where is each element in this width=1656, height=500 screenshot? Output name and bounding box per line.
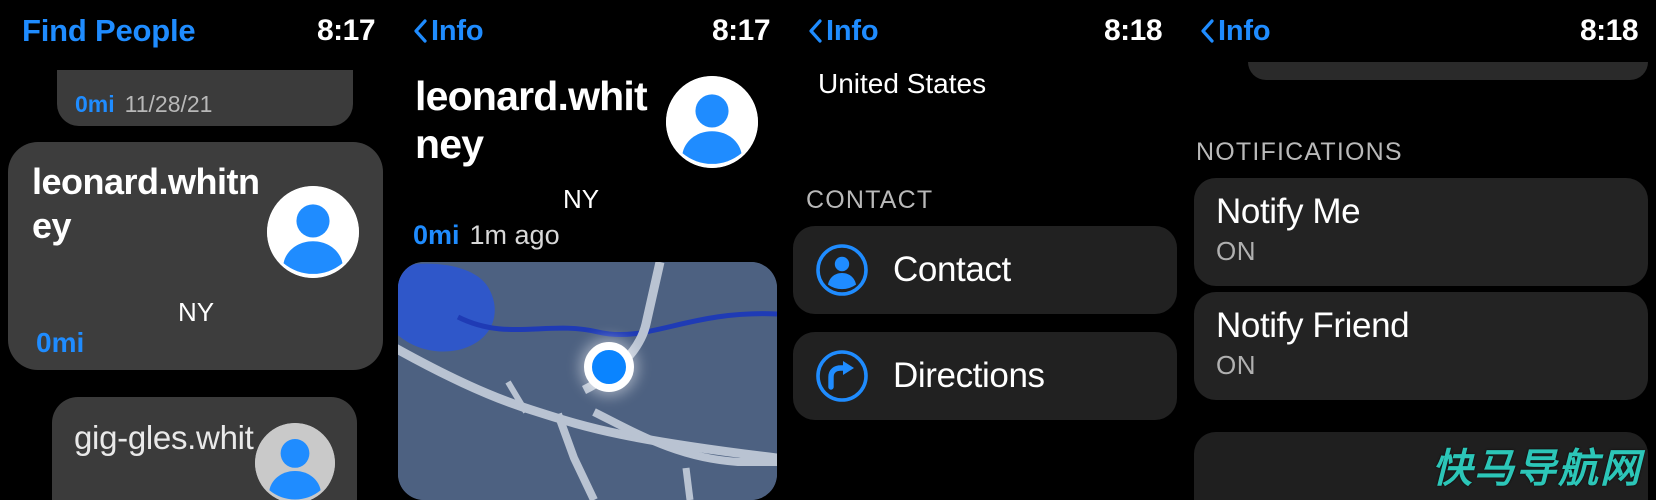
- chevron-left-icon: [1200, 19, 1215, 43]
- list-item-partial-top[interactable]: 0mi 11/28/21: [57, 70, 353, 126]
- section-header-notifications: NOTIFICATIONS: [1196, 138, 1403, 166]
- panel-find-people-list: Find People 8:17 0mi 11/28/21 leonard.wh…: [0, 0, 393, 500]
- status-bar-panel3: Info 8:18: [788, 0, 1180, 62]
- contact-distance: 0mi: [36, 327, 85, 358]
- contact-region: NY: [563, 184, 600, 214]
- notify-friend-row[interactable]: Notify Friend ON: [1194, 292, 1648, 400]
- contact-action-button[interactable]: Contact: [793, 226, 1177, 314]
- panel-person-detail-notifications: Info 8:18 NOTIFICATIONS Notify Me ON Not…: [1180, 0, 1656, 500]
- map-view[interactable]: [398, 262, 777, 500]
- watch-screenshot-strip: Find People 8:17 0mi 11/28/21 leonard.wh…: [0, 0, 1656, 500]
- date-label: 11/28/21: [124, 91, 213, 117]
- directions-action-label: Directions: [893, 356, 1045, 395]
- back-label: Info: [826, 14, 879, 47]
- notify-me-label: Notify Me: [1216, 192, 1361, 231]
- notifications-body: NOTIFICATIONS Notify Me ON Notify Friend…: [1180, 62, 1656, 500]
- contact-name-partial: gig-gles.whit: [74, 419, 254, 456]
- person-avatar-icon: [255, 423, 335, 500]
- back-label: Info: [1218, 14, 1271, 47]
- clock: 8:17: [711, 14, 771, 47]
- contact-distance: 0mi: [413, 220, 460, 250]
- back-button[interactable]: Info: [1200, 14, 1271, 48]
- person-detail-body: leonard.whitney NY 0mi 1m ago: [393, 62, 788, 500]
- directions-action-button[interactable]: Directions: [793, 332, 1177, 420]
- back-label: Info: [431, 14, 484, 47]
- contact-region: NY: [178, 297, 215, 327]
- clock: 8:18: [1103, 14, 1163, 47]
- back-button[interactable]: Info: [808, 14, 879, 48]
- country-label: United States: [818, 68, 987, 99]
- list-item-partial-bottom[interactable]: gig-gles.whit: [52, 397, 357, 500]
- page-title: Find People: [22, 13, 196, 48]
- section-header-contact: CONTACT: [806, 186, 934, 214]
- scrolled-card-sliver-top[interactable]: [1248, 62, 1648, 80]
- list-item-leonard-whitney[interactable]: leonard.whitney NY 0mi: [8, 142, 383, 370]
- notify-me-state: ON: [1216, 235, 1256, 266]
- watermark: 快马导航网: [1432, 446, 1642, 492]
- actions-body: United States CONTACT Contact Directions: [788, 62, 1180, 500]
- current-location-dot: [584, 342, 634, 392]
- notify-friend-label: Notify Friend: [1216, 306, 1410, 345]
- clock: 8:18: [1579, 14, 1639, 47]
- status-bar-panel1: Find People 8:17: [0, 0, 393, 62]
- chevron-left-icon: [808, 19, 823, 43]
- back-button[interactable]: Info: [413, 14, 484, 48]
- contact-meta: 0mi 1m ago: [413, 220, 560, 251]
- chevron-left-icon: [413, 19, 428, 43]
- panel-person-detail-actions: Info 8:18 United States CONTACT Contact: [788, 0, 1180, 500]
- list-item-meta: 0mi 11/28/21: [75, 91, 212, 118]
- directions-arrow-circle-icon: [815, 349, 869, 403]
- contact-action-label: Contact: [893, 250, 1011, 289]
- status-bar-panel4: Info 8:18: [1180, 0, 1656, 62]
- contact-person-circle-icon: [815, 243, 869, 297]
- panel-person-detail-map: Info 8:17 leonard.whitney NY 0mi 1m ago: [393, 0, 788, 500]
- notify-friend-state: ON: [1216, 349, 1256, 380]
- contact-name: leonard.whitney: [415, 73, 648, 168]
- people-list[interactable]: 0mi 11/28/21 leonard.whitney NY 0mi gig-…: [0, 62, 393, 500]
- distance-label: 0mi: [75, 91, 115, 117]
- notify-me-row[interactable]: Notify Me ON: [1194, 178, 1648, 286]
- clock: 8:17: [316, 14, 376, 47]
- contact-updated: 1m ago: [469, 220, 560, 250]
- status-bar-panel2: Info 8:17: [393, 0, 788, 62]
- person-avatar-icon: [267, 186, 359, 278]
- contact-name: leonard.whitney: [32, 161, 260, 246]
- person-avatar-icon: [666, 76, 758, 168]
